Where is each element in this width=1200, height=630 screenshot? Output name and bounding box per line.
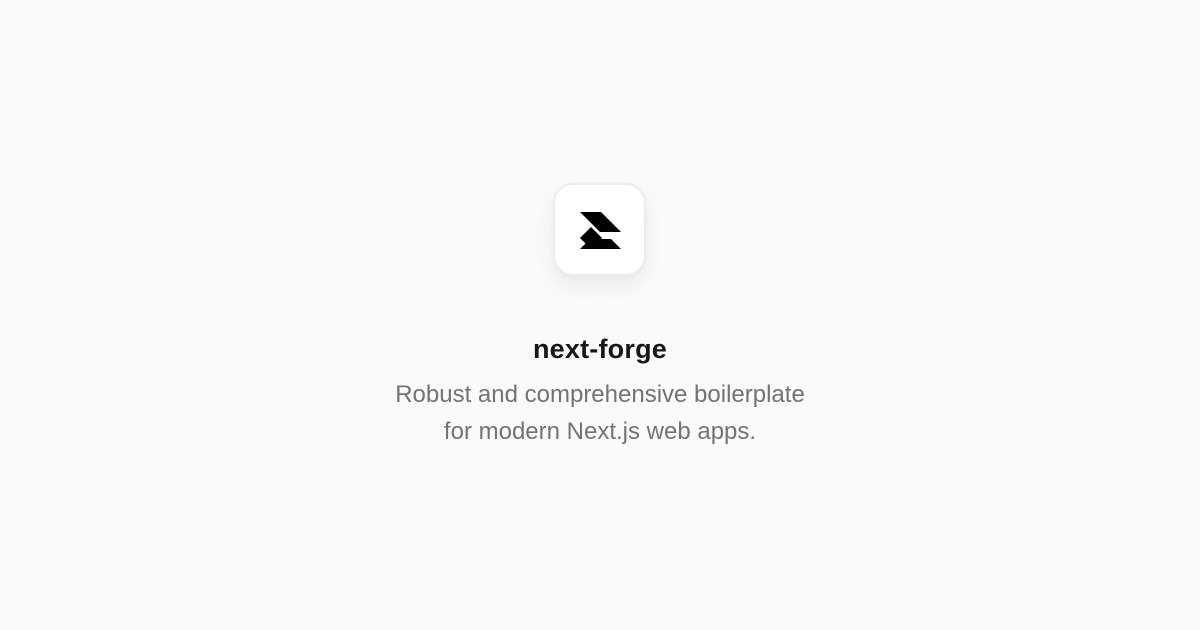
logo-tile [553,183,646,276]
app-description: Robust and comprehensive boilerplate for… [0,376,1200,450]
description-line-1: Robust and comprehensive boilerplate [395,381,805,408]
app-title: next-forge [532,334,667,364]
description-line-2: for modern Next.js web apps. [443,418,757,445]
next-forge-logo-icon [580,212,621,249]
og-card: next-forge Robust and comprehensive boil… [0,0,1200,630]
